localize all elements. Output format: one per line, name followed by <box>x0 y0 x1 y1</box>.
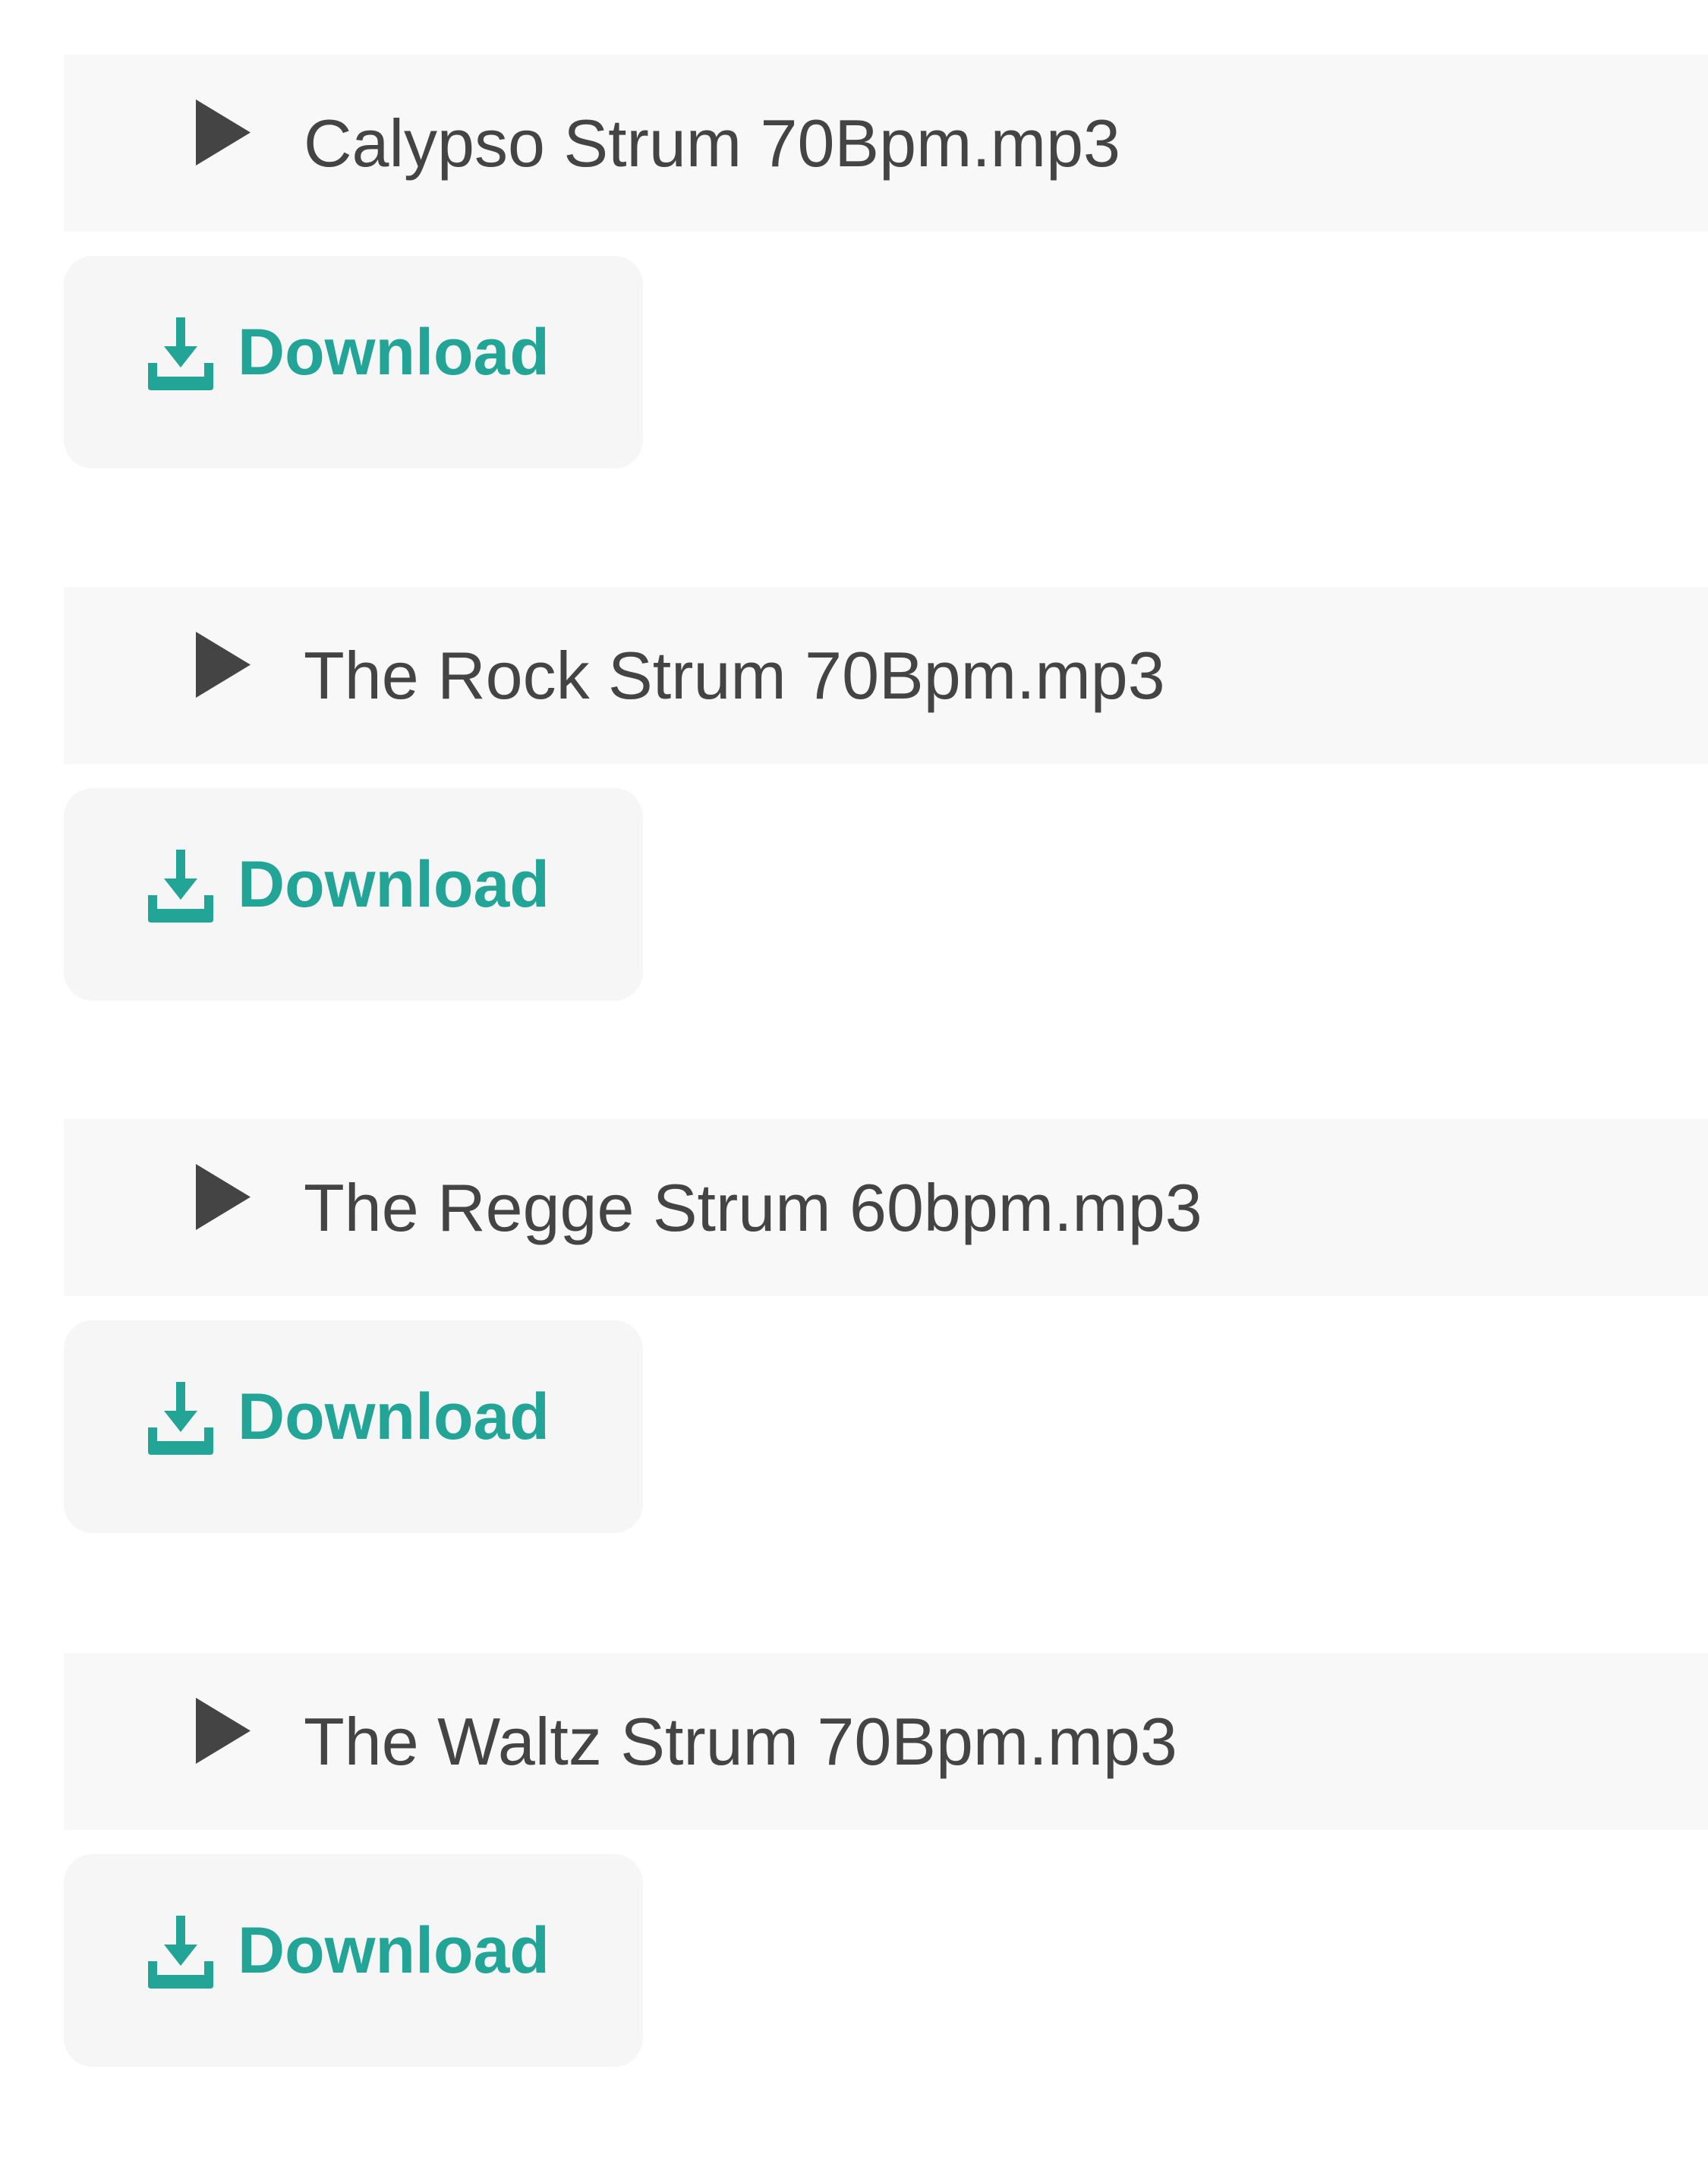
audio-player: Calypso Strum 70Bpm.mp3 <box>64 55 1708 232</box>
download-button[interactable]: Download <box>64 1320 643 1533</box>
track-name: The Rock Strum 70Bpm.mp3 <box>304 638 1165 713</box>
play-icon[interactable] <box>193 1161 254 1233</box>
audio-player: The Regge Strum 60bpm.mp3 <box>64 1119 1708 1296</box>
download-button[interactable]: Download <box>64 788 643 1001</box>
download-label: Download <box>238 316 550 389</box>
track-name: The Waltz Strum 70Bpm.mp3 <box>304 1704 1177 1779</box>
download-label: Download <box>238 848 550 921</box>
download-icon <box>148 1916 213 1989</box>
track-name: The Regge Strum 60bpm.mp3 <box>304 1170 1202 1245</box>
play-icon[interactable] <box>193 96 254 169</box>
download-icon <box>148 850 213 923</box>
download-button[interactable]: Download <box>64 1854 643 2067</box>
download-icon <box>148 317 213 390</box>
play-icon[interactable] <box>193 629 254 701</box>
audio-player: The Rock Strum 70Bpm.mp3 <box>64 587 1708 764</box>
play-icon[interactable] <box>193 1695 254 1767</box>
track-name: Calypso Strum 70Bpm.mp3 <box>304 106 1120 181</box>
download-icon <box>148 1382 213 1455</box>
download-button[interactable]: Download <box>64 256 643 468</box>
download-label: Download <box>238 1380 550 1453</box>
download-label: Download <box>238 1914 550 1987</box>
audio-player: The Waltz Strum 70Bpm.mp3 <box>64 1653 1708 1830</box>
